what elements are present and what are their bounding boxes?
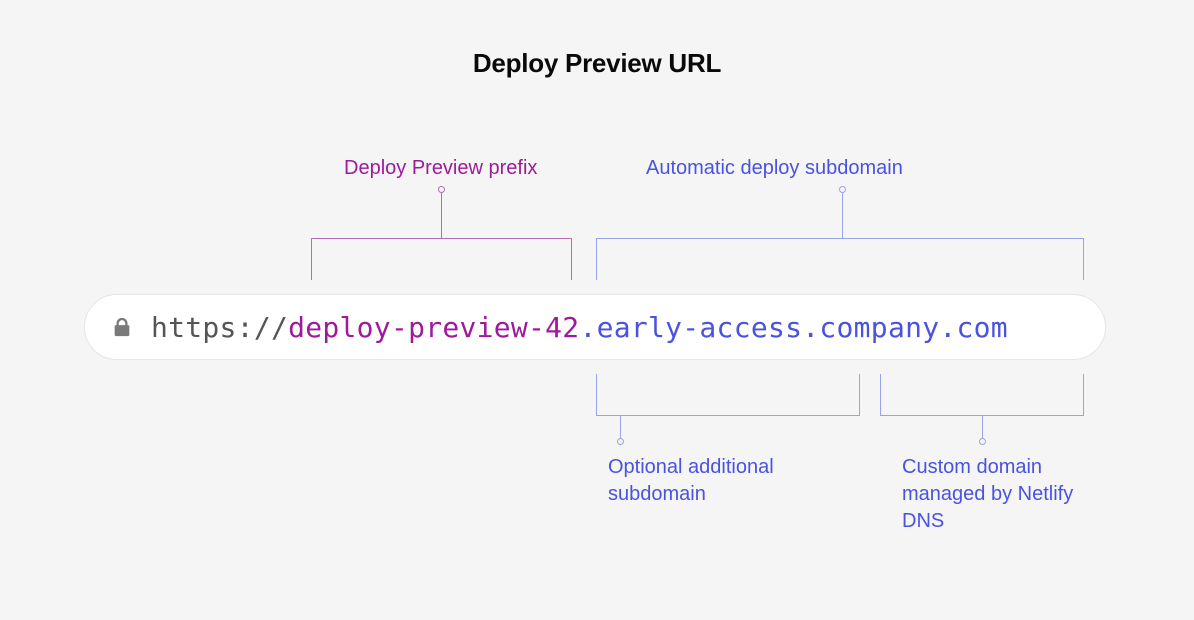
- callout-automatic-deploy-subdomain: Automatic deploy subdomain: [646, 155, 903, 182]
- callout-deploy-preview-prefix: Deploy Preview prefix: [344, 155, 537, 182]
- bracket-auto-subdomain: [596, 238, 1084, 280]
- connector-dot: [617, 438, 624, 445]
- bracket-optional-subdomain: [596, 374, 860, 416]
- url-scheme: https://: [151, 311, 288, 344]
- connector-stem: [441, 190, 442, 238]
- lock-icon: [111, 315, 133, 339]
- url-deploy-preview-prefix: deploy-preview-42: [288, 311, 579, 344]
- url-domain: company.com: [819, 311, 1008, 344]
- url-dot: .: [802, 311, 819, 344]
- url-dot: .: [579, 311, 596, 344]
- callout-optional-additional-subdomain: Optional additional subdomain: [608, 454, 828, 508]
- url-subdomain: early-access: [597, 311, 803, 344]
- connector-stem: [842, 190, 843, 238]
- connector-dot: [438, 186, 445, 193]
- connector-dot: [839, 186, 846, 193]
- callout-custom-domain: Custom domain managed by Netlify DNS: [902, 454, 1102, 535]
- connector-dot: [979, 438, 986, 445]
- bracket-prefix: [311, 238, 572, 280]
- connector-stem: [620, 416, 621, 440]
- url-bar: https://deploy-preview-42.early-access.c…: [84, 294, 1106, 360]
- diagram-title: Deploy Preview URL: [0, 48, 1194, 79]
- bracket-custom-domain: [880, 374, 1084, 416]
- connector-stem: [982, 416, 983, 440]
